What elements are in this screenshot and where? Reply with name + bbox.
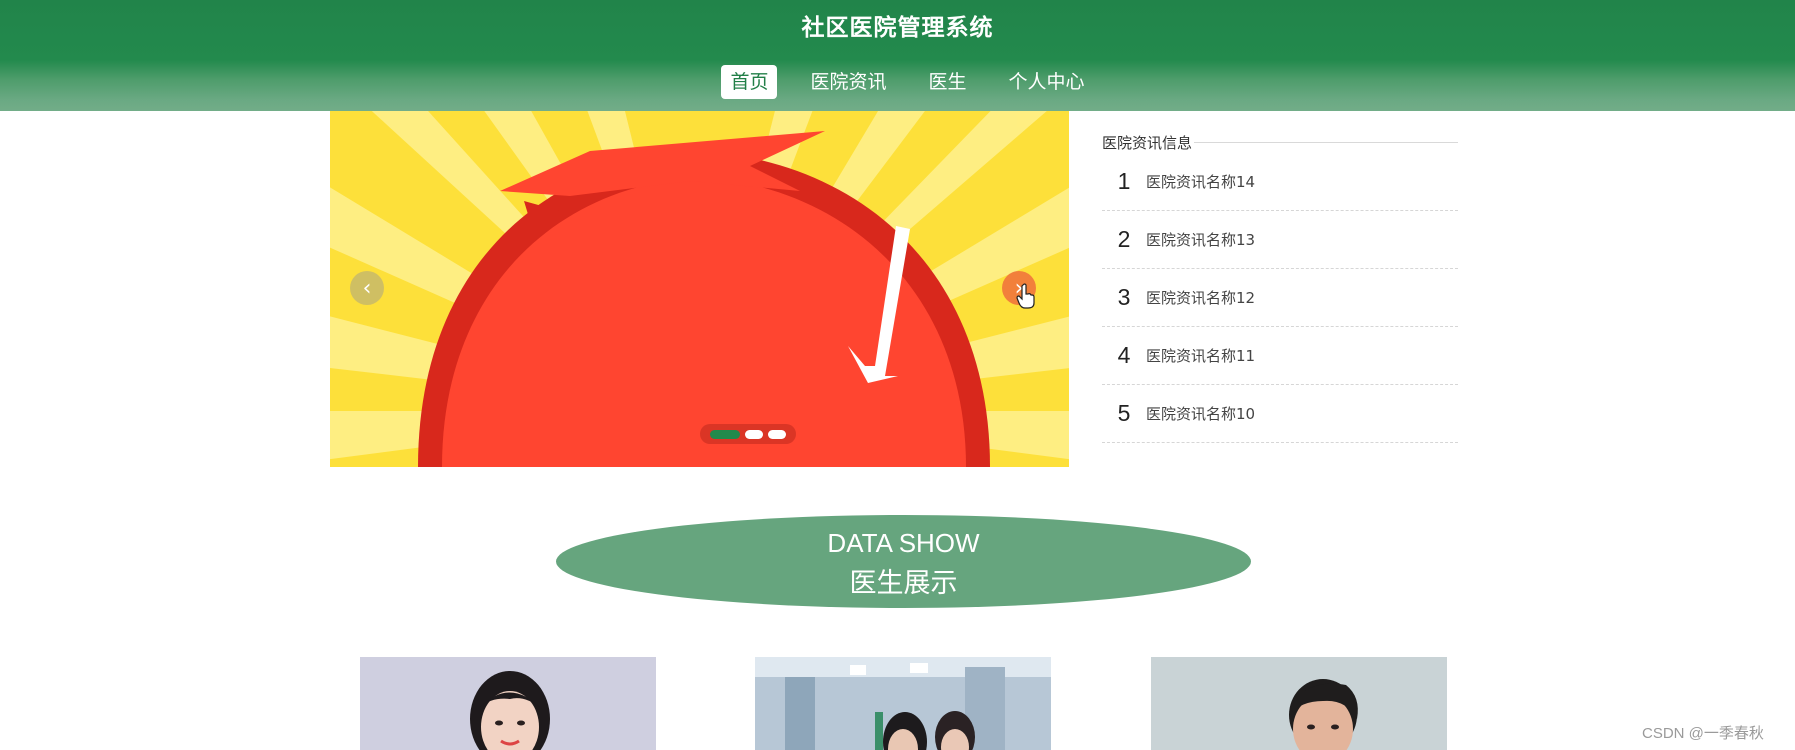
banner-carousel[interactable] [330, 111, 1069, 467]
news-link[interactable]: 医院资讯名称12 [1146, 287, 1255, 308]
section-title-zh: 医生展示 [849, 568, 958, 599]
carousel-indicators [700, 424, 796, 444]
news-rank: 1 [1117, 168, 1131, 194]
male-doctor-photo [1151, 657, 1447, 750]
doctor-card-2[interactable] [755, 657, 1051, 750]
news-rank: 4 [1117, 342, 1131, 368]
carousel-prev-button[interactable]: ‹ [350, 271, 384, 305]
news-panel-title: 医院资讯信息 [1102, 133, 1193, 152]
news-rank: 5 [1117, 400, 1131, 426]
banner-image [330, 111, 1069, 467]
news-panel-header: 医院资讯信息 [1102, 131, 1458, 153]
news-list-item[interactable]: 5 医院资讯名称10 [1102, 385, 1458, 443]
news-link[interactable]: 医院资讯名称14 [1146, 171, 1255, 192]
news-list-item[interactable]: 2 医院资讯名称13 [1102, 211, 1458, 269]
carousel-indicator-3[interactable] [768, 429, 786, 439]
nav-personal-center[interactable]: 个人中心 [1000, 65, 1094, 99]
news-rank: 3 [1117, 284, 1131, 310]
doctor-section-header: DATA SHOW 医生展示 [556, 515, 1251, 608]
hand-cursor-icon [1016, 283, 1035, 309]
female-doctor-photo [360, 657, 656, 750]
news-list-item[interactable]: 3 医院资讯名称12 [1102, 269, 1458, 327]
site-title: 社区医院管理系统 [801, 15, 994, 41]
news-list-item[interactable]: 1 医院资讯名称14 [1102, 153, 1458, 211]
carousel-indicator-2[interactable] [745, 429, 763, 439]
nav-hospital-news[interactable]: 医院资讯 [801, 65, 895, 99]
nav-doctors[interactable]: 医生 [920, 65, 976, 99]
news-list-item[interactable]: 4 医院资讯名称11 [1102, 327, 1458, 385]
doctor-card-3[interactable] [1151, 657, 1447, 750]
news-link[interactable]: 医院资讯名称13 [1146, 229, 1255, 250]
chevron-left-icon: ‹ [362, 275, 372, 301]
section-title-en: DATA SHOW [827, 528, 980, 558]
main-nav: 首页 医院资讯 医生 个人中心 [0, 65, 1795, 99]
news-link[interactable]: 医院资讯名称10 [1146, 403, 1255, 424]
site-header: 社区医院管理系统 首页 医院资讯 医生 个人中心 [0, 0, 1795, 111]
doctor-card-1[interactable] [360, 657, 656, 750]
carousel-indicator-1[interactable] [710, 429, 740, 439]
dental-clinic-photo [755, 657, 1051, 750]
csdn-watermark: CSDN @一季春秋 [1642, 725, 1764, 742]
news-link[interactable]: 医院资讯名称11 [1146, 345, 1255, 366]
hospital-news-panel: 医院资讯信息 1 医院资讯名称14 2 医院资讯名称13 3 医院资讯名称12 … [1102, 131, 1458, 443]
news-header-divider [1194, 141, 1458, 143]
news-rank: 2 [1117, 226, 1131, 252]
nav-home[interactable]: 首页 [721, 65, 778, 99]
